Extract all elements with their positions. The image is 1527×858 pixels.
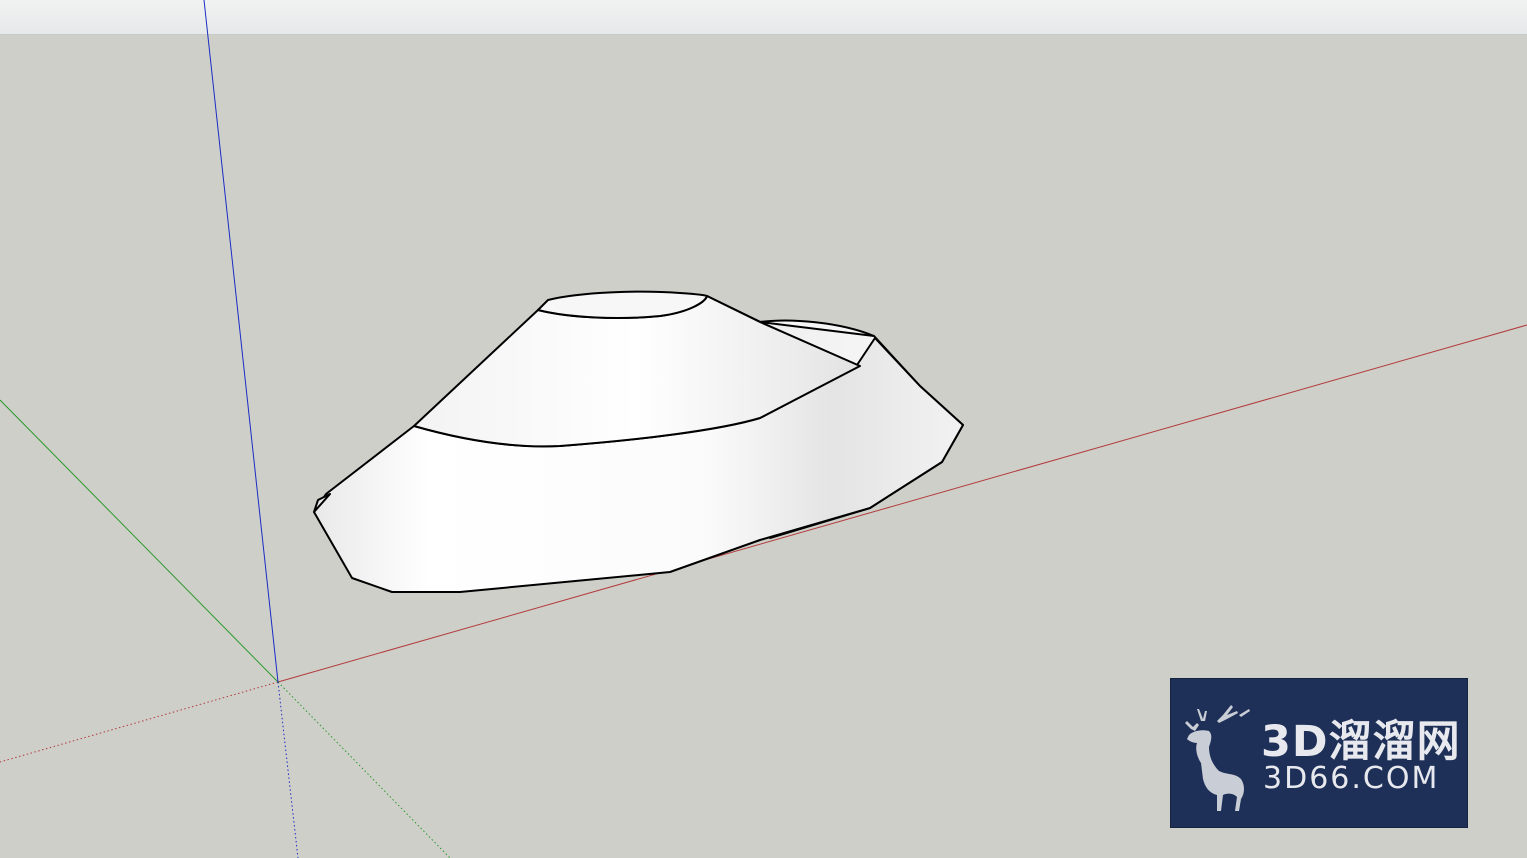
red-axis-negative <box>0 681 279 763</box>
green-axis-positive <box>0 399 279 683</box>
blue-axis-negative <box>277 681 299 858</box>
watermark-logo: 3D溜溜网 3D66.COM <box>1170 678 1468 828</box>
green-axis-negative <box>277 681 451 858</box>
hat-model[interactable] <box>313 290 964 593</box>
blue-axis-positive <box>203 0 279 683</box>
deer-logo-icon <box>1185 705 1250 811</box>
watermark-brand: 3D溜溜网 <box>1261 717 1461 767</box>
watermark-site: 3D66.COM <box>1263 761 1440 796</box>
